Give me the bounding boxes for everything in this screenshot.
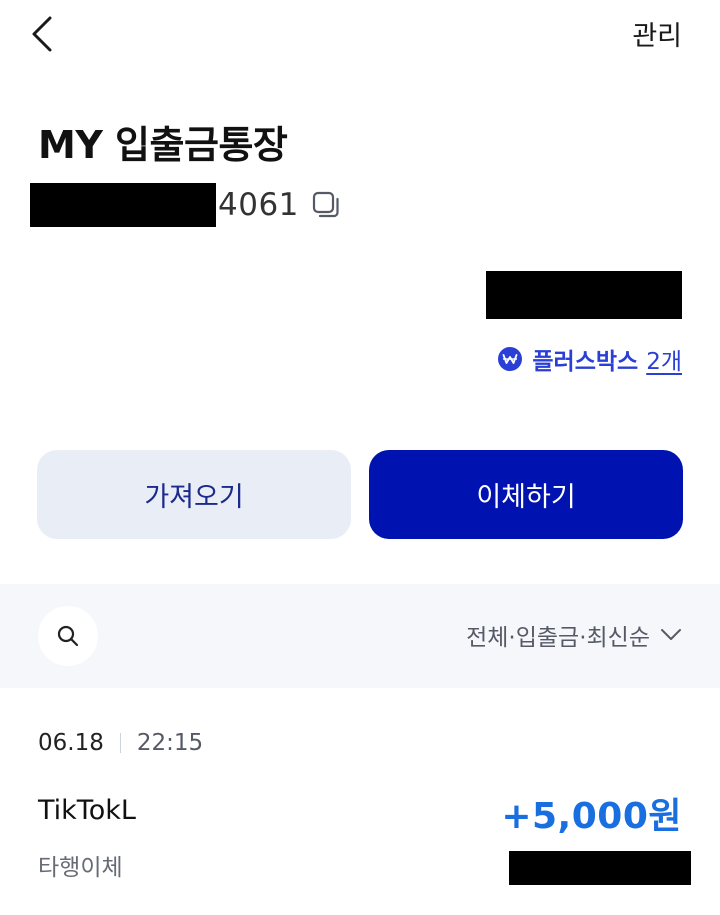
fetch-button[interactable]: 가져오기 [37,450,351,539]
plusbox-count-link[interactable]: 2개 [646,342,682,376]
datetime-divider [119,733,121,753]
search-button[interactable] [38,606,98,666]
redacted-balance [486,271,682,319]
transaction-amount: +5,000원 [501,796,682,837]
filter-label: 전체·입출금·최신순 [466,625,650,651]
copy-icon[interactable] [311,190,341,220]
plusbox-row[interactable]: 플러스박스 2개 [498,342,682,376]
plusbox-label: 플러스박스 [532,349,639,375]
manage-button[interactable]: 관리 [632,14,682,53]
account-number-suffix: 4061 [218,187,299,223]
search-icon [57,625,79,647]
transaction-time: 22:15 [136,730,204,756]
account-detail-screen: 관리 MY 입출금통장 4061 플러스박스 2개 가져오기 이체하기 전체·입… [0,0,720,915]
won-badge-icon [498,347,523,371]
account-title: MY 입출금통장 [38,123,288,167]
transaction-type: 타행이체 [38,855,123,881]
back-button[interactable] [26,12,66,56]
filter-dropdown[interactable]: 전체·입출금·최신순 [466,618,682,652]
redacted-account-prefix [30,183,216,227]
transaction-date: 06.18 [38,730,104,756]
transaction-name: TikTokL [38,795,136,826]
transaction-datetime: 06.18 22:15 [38,730,203,756]
transfer-button[interactable]: 이체하기 [369,450,683,539]
chevron-left-icon [32,16,52,52]
account-number-row: 4061 [30,183,341,227]
filter-bar: 전체·입출금·최신순 [0,584,720,688]
redacted-transaction-balance [509,851,691,885]
chevron-down-icon [661,629,681,640]
